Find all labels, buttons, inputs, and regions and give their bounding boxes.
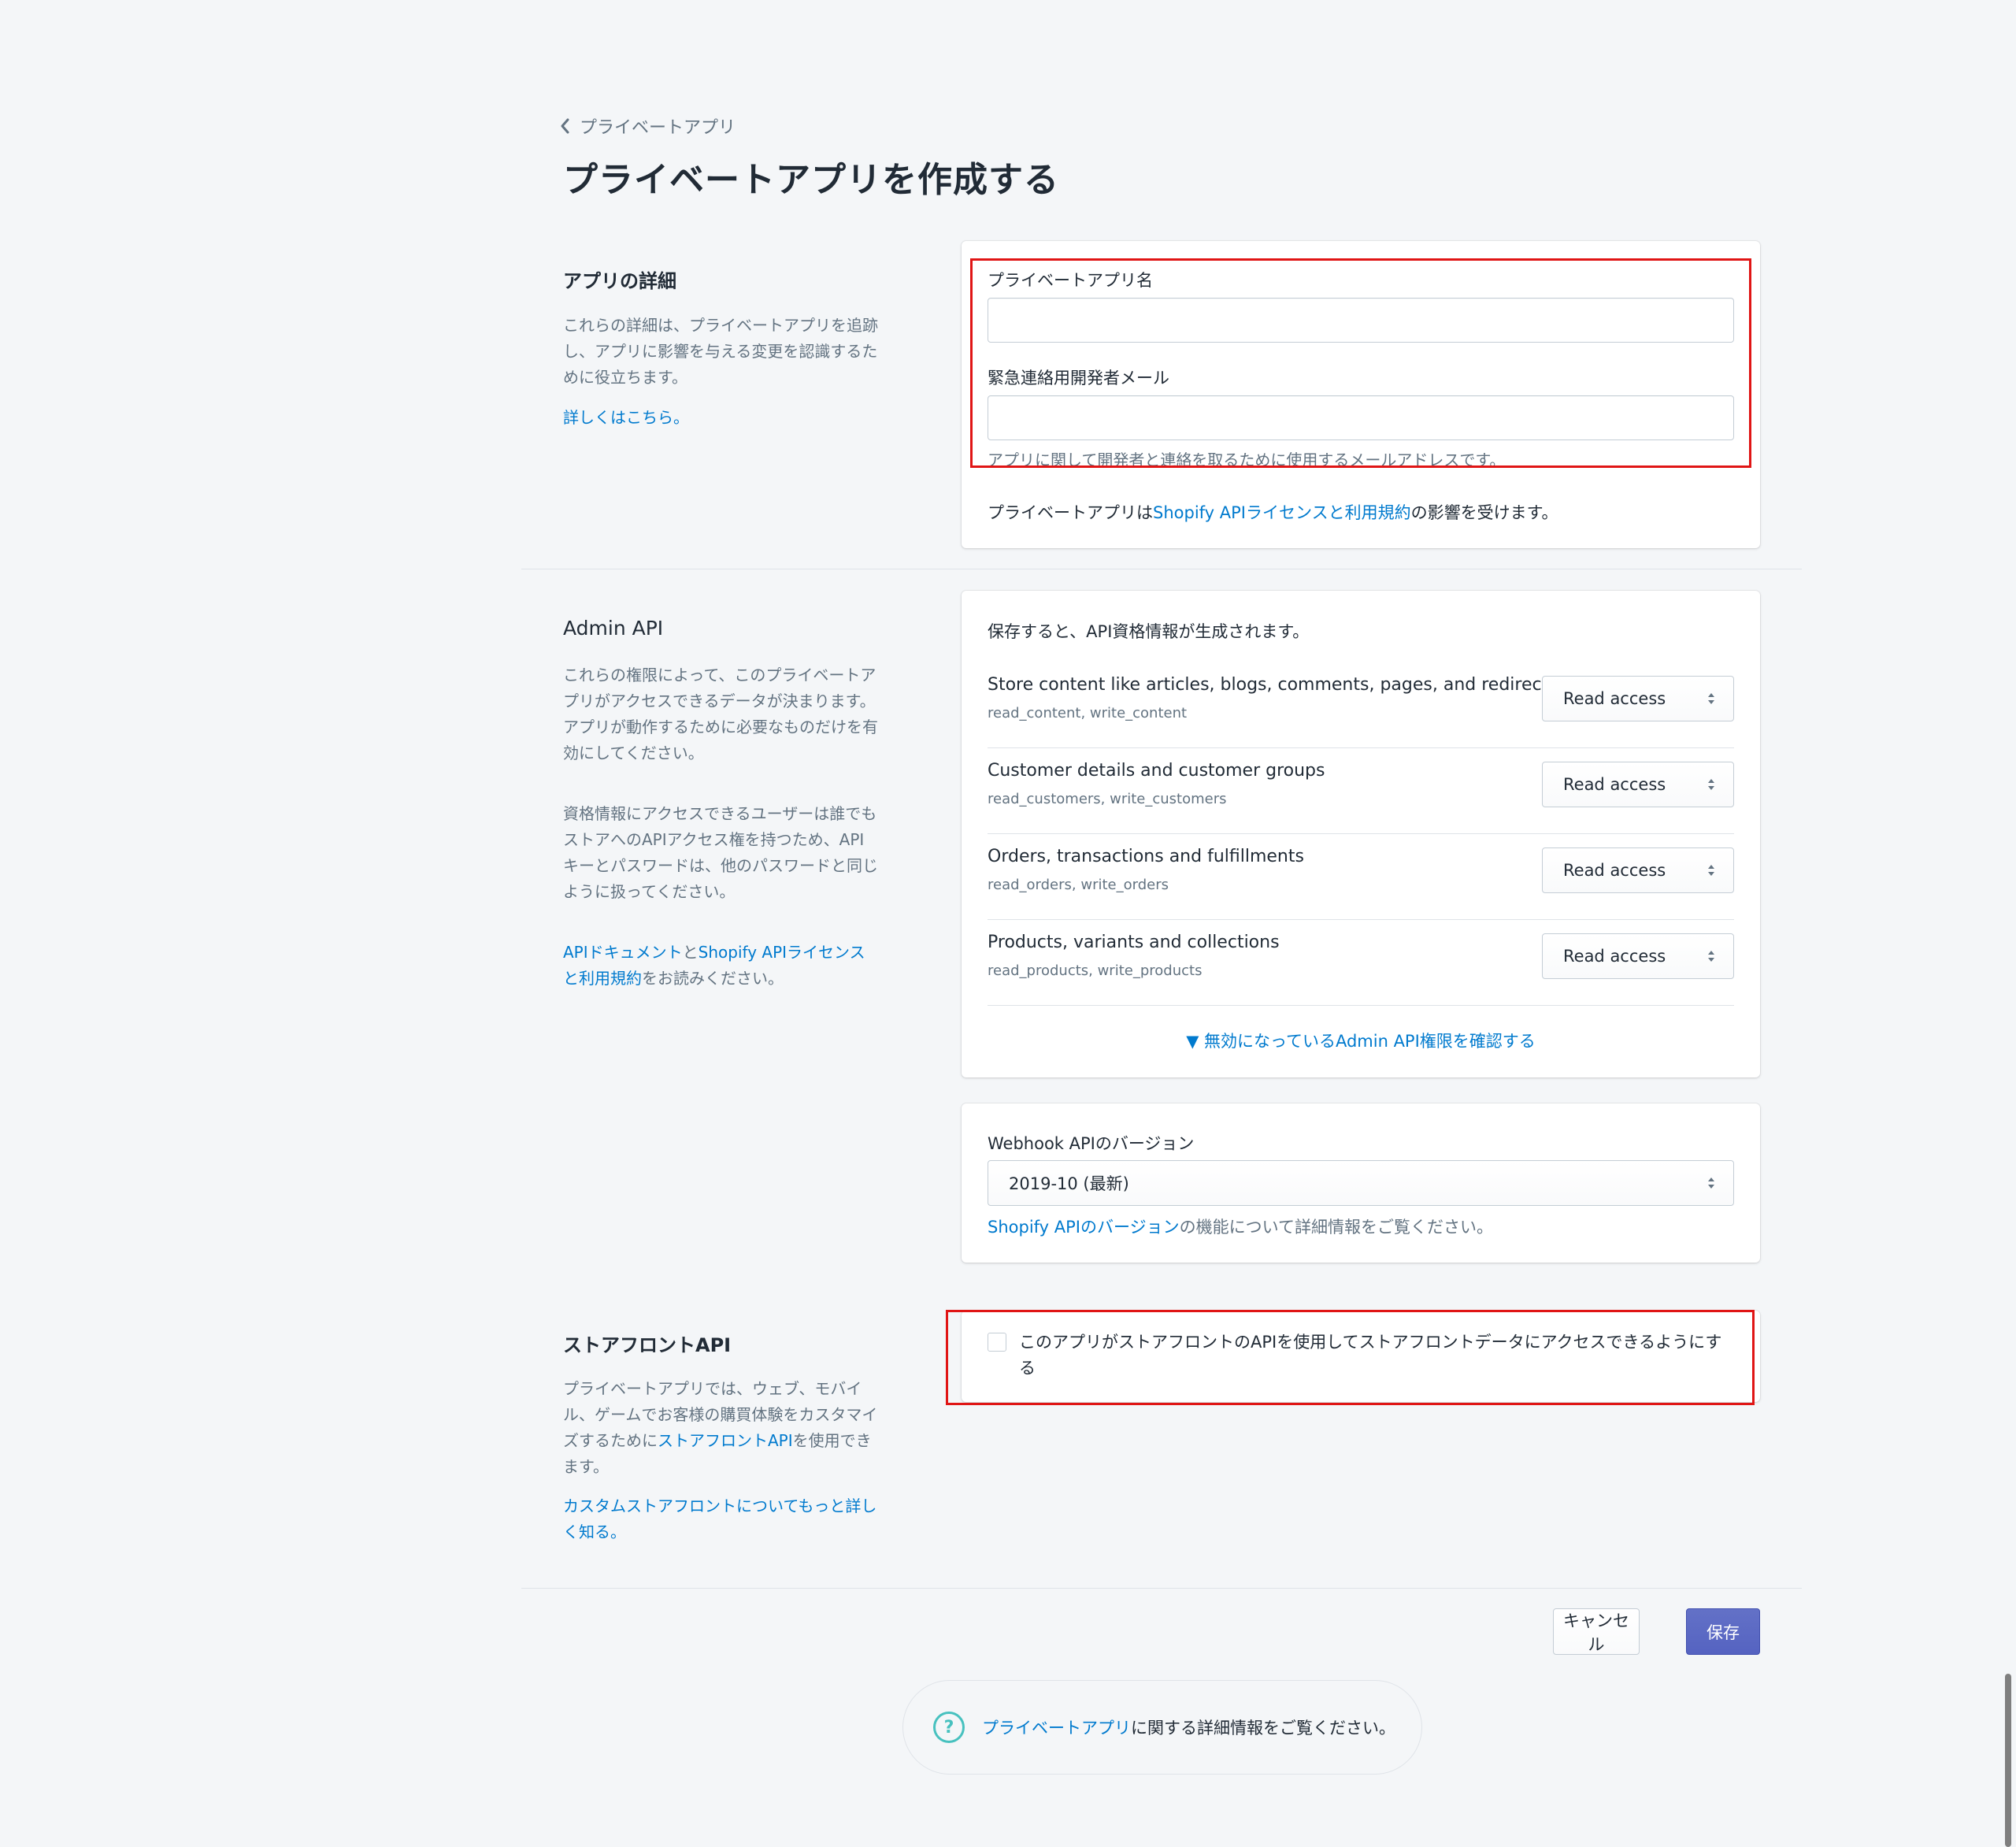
webhook-help-suffix: の機能について詳細情報をご覧ください。 (1179, 1218, 1493, 1237)
docs-and: と (682, 943, 699, 962)
scrollbar-thumb[interactable] (2005, 1674, 2011, 1847)
select-arrows-icon (1708, 865, 1714, 876)
permission-row: Store content like articles, blogs, comm… (988, 662, 1734, 748)
permission-scopes: read_products, write_products (988, 962, 1203, 979)
docs-suffix: をお読みください。 (642, 969, 784, 988)
storefront-api-description: プライベートアプリでは、ウェブ、モバイル、ゲームでお客様の購買体験をカスタマイズ… (563, 1376, 878, 1480)
select-value: 2019-10 (最新) (1009, 1174, 1129, 1193)
breadcrumb-label: プライベートアプリ (580, 118, 736, 138)
highlight-box-storefront (946, 1310, 1755, 1405)
permission-access-select[interactable]: Read access (1542, 676, 1734, 721)
api-docs-link[interactable]: APIドキュメント (563, 943, 683, 962)
permission-name: Store content like articles, blogs, comm… (988, 675, 1558, 695)
permission-access-select[interactable]: Read access (1542, 762, 1734, 807)
admin-api-credentials-note: 資格情報にアクセスできるユーザーは誰でもストアへのAPIアクセス権を持つため、A… (563, 804, 878, 901)
permission-row: Orders, transactions and fulfillments re… (988, 834, 1734, 920)
admin-api-description: これらの権限によって、このプライベートアプリがアクセスできるデータが決まります。… (563, 666, 878, 762)
select-arrows-icon (1708, 779, 1714, 790)
permission-name: Customer details and customer groups (988, 761, 1325, 781)
chevron-left-icon (561, 118, 569, 134)
private-apps-help-link[interactable]: プライベートアプリ (982, 1719, 1131, 1738)
api-versions-link[interactable]: Shopify APIのバージョン (988, 1218, 1180, 1237)
license-prefix: プライベートアプリは (988, 503, 1153, 522)
webhook-version-label: Webhook APIのバージョン (988, 1134, 1195, 1153)
admin-api-docs-note: APIドキュメントとShopify APIライセンスと利用規約をお読みください。 (563, 940, 878, 992)
app-details-learn-more-link[interactable]: 詳しくはこちら。 (563, 405, 878, 431)
permission-row: Customer details and customer groups rea… (988, 748, 1734, 834)
permission-row: Products, variants and collections read_… (988, 920, 1734, 1006)
select-value: Read access (1563, 689, 1666, 708)
app-details-description: これらの詳細は、プライベートアプリを追跡し、アプリに影響を与える変更を認識するた… (563, 316, 878, 387)
permission-name: Products, variants and collections (988, 933, 1280, 952)
select-value: Read access (1563, 861, 1666, 880)
save-button[interactable]: 保存 (1686, 1608, 1760, 1655)
storefront-api-link[interactable]: ストアフロントAPI (658, 1431, 793, 1450)
breadcrumb[interactable]: プライベートアプリ (559, 113, 736, 139)
footer-help-text: プライベートアプリに関する詳細情報をご覧ください。 (982, 1715, 1395, 1739)
license-suffix: の影響を受けます。 (1410, 503, 1558, 522)
footer-help: ? プライベートアプリに関する詳細情報をご覧ください。 (902, 1680, 1422, 1775)
page-title: プライベートアプリを作成する (563, 160, 1059, 200)
cancel-button[interactable]: キャンセル (1553, 1608, 1640, 1655)
license-notice: プライベートアプリはShopify APIライセンスと利用規約の影響を受けます。 (988, 500, 1558, 524)
select-arrows-icon (1708, 1178, 1714, 1189)
permission-scopes: read_orders, write_orders (988, 877, 1169, 893)
select-arrows-icon (1708, 951, 1714, 962)
permission-scopes: read_customers, write_customers (988, 791, 1227, 807)
show-disabled-permissions-link[interactable]: ▼ 無効になっているAdmin API権限を確認する (988, 1029, 1734, 1052)
app-details-title: アプリの詳細 (563, 270, 676, 292)
select-value: Read access (1563, 775, 1666, 794)
select-value: Read access (1563, 947, 1666, 966)
webhook-help: Shopify APIのバージョンの機能について詳細情報をご覧ください。 (988, 1215, 1493, 1238)
license-link[interactable]: Shopify APIライセンスと利用規約 (1153, 503, 1411, 522)
admin-api-intro: 保存すると、API資格情報が生成されます。 (988, 622, 1310, 641)
select-arrows-icon (1708, 693, 1714, 704)
permission-access-select[interactable]: Read access (1542, 847, 1734, 893)
webhook-version-select[interactable]: 2019-10 (最新) (988, 1160, 1734, 1206)
custom-storefront-learn-more-link[interactable]: カスタムストアフロントについてもっと詳しく知る。 (563, 1493, 878, 1545)
footer-help-suffix: に関する詳細情報をご覧ください。 (1131, 1719, 1395, 1738)
permission-name: Orders, transactions and fulfillments (988, 847, 1304, 866)
admin-api-title: Admin API (563, 617, 664, 640)
section-divider (521, 1588, 1802, 1589)
storefront-api-title: ストアフロントAPI (563, 1334, 732, 1356)
question-circle-icon: ? (933, 1712, 965, 1743)
permission-scopes: read_content, write_content (988, 705, 1188, 721)
highlight-box-app-fields (970, 258, 1751, 468)
permission-access-select[interactable]: Read access (1542, 933, 1734, 979)
